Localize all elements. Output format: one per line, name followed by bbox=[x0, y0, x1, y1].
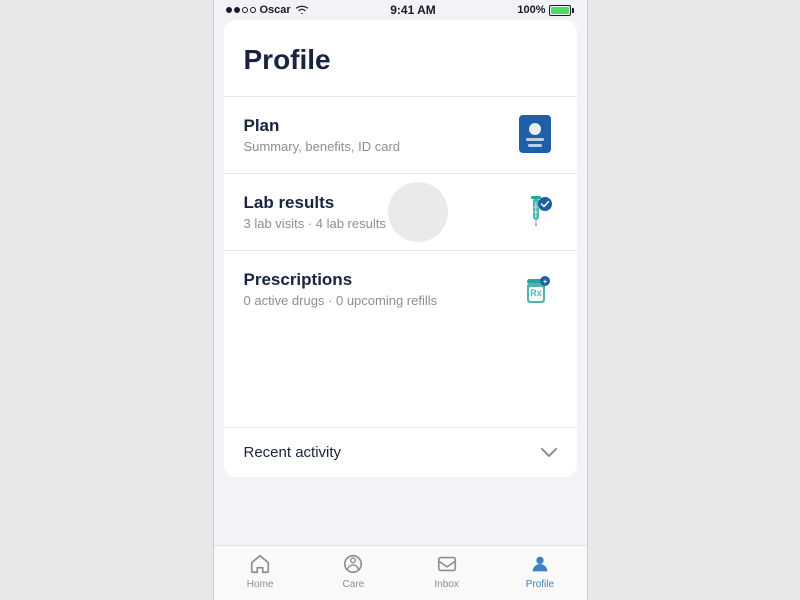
inbox-icon bbox=[435, 552, 459, 576]
tab-profile-label: Profile bbox=[526, 579, 554, 590]
lab-results-text: Lab results 3 lab visits · 4 lab results bbox=[244, 193, 513, 231]
signal-dot-3 bbox=[242, 7, 248, 13]
tab-care-label: Care bbox=[343, 579, 365, 590]
clock: 9:41 AM bbox=[390, 3, 436, 17]
scroll-content: Profile Plan Summary, benefits, ID card bbox=[214, 20, 587, 532]
lab-results-menu-item[interactable]: Lab results 3 lab visits · 4 lab results bbox=[224, 173, 577, 250]
content-card: Profile Plan Summary, benefits, ID card bbox=[224, 20, 577, 477]
signal-indicator bbox=[226, 7, 256, 13]
plan-subtitle: Summary, benefits, ID card bbox=[244, 139, 513, 154]
status-bar: Oscar 9:41 AM 100% bbox=[214, 0, 587, 20]
tab-inbox[interactable]: Inbox bbox=[400, 552, 493, 594]
prescriptions-subtitle: 0 active drugs · 0 upcoming refills bbox=[244, 293, 513, 308]
signal-dot-2 bbox=[234, 7, 240, 13]
chevron-down-icon bbox=[541, 445, 557, 461]
page-title: Profile bbox=[224, 20, 577, 96]
tab-care[interactable]: Care bbox=[307, 552, 400, 594]
svg-text:+: + bbox=[542, 279, 546, 286]
wifi-icon bbox=[295, 4, 309, 17]
recent-activity-label: Recent activity bbox=[244, 444, 342, 461]
care-icon bbox=[341, 552, 365, 576]
plan-menu-item[interactable]: Plan Summary, benefits, ID card bbox=[224, 96, 577, 173]
battery-indicator bbox=[549, 5, 574, 16]
recent-activity-row[interactable]: Recent activity bbox=[224, 427, 577, 477]
signal-dot-1 bbox=[226, 7, 232, 13]
prescriptions-text: Prescriptions 0 active drugs · 0 upcomin… bbox=[244, 270, 513, 308]
lab-results-subtitle: 3 lab visits · 4 lab results bbox=[244, 216, 513, 231]
lab-results-icon bbox=[513, 190, 557, 234]
signal-dot-4 bbox=[250, 7, 256, 13]
tab-profile[interactable]: Profile bbox=[493, 552, 586, 594]
plan-text: Plan Summary, benefits, ID card bbox=[244, 116, 513, 154]
svg-text:Rx: Rx bbox=[530, 288, 542, 298]
lab-results-title: Lab results bbox=[244, 193, 513, 213]
tab-home-label: Home bbox=[247, 579, 274, 590]
tab-inbox-label: Inbox bbox=[434, 579, 458, 590]
phone-frame: Oscar 9:41 AM 100% Prof bbox=[213, 0, 588, 600]
status-left: Oscar bbox=[226, 4, 309, 17]
home-icon bbox=[248, 552, 272, 576]
tab-home[interactable]: Home bbox=[214, 552, 307, 594]
prescriptions-title: Prescriptions bbox=[244, 270, 513, 290]
plan-title: Plan bbox=[244, 116, 513, 136]
status-right: 100% bbox=[517, 4, 574, 16]
plan-icon bbox=[513, 113, 557, 157]
battery-percent: 100% bbox=[517, 4, 545, 16]
prescriptions-icon: Rx + bbox=[513, 267, 557, 311]
carrier-name: Oscar bbox=[260, 4, 291, 16]
tab-bar: Home Care Inbox bbox=[214, 545, 587, 600]
prescriptions-menu-item[interactable]: Prescriptions 0 active drugs · 0 upcomin… bbox=[224, 250, 577, 327]
profile-icon bbox=[528, 552, 552, 576]
content-spacer bbox=[224, 327, 577, 427]
